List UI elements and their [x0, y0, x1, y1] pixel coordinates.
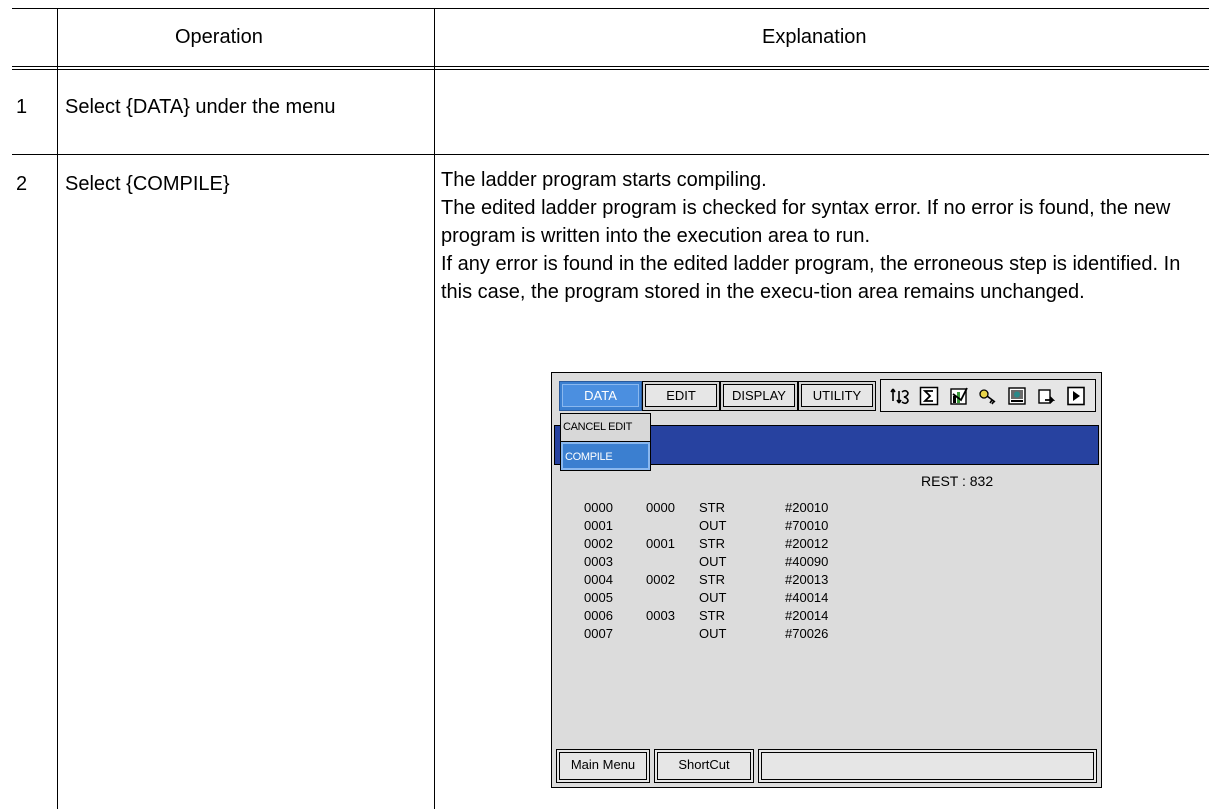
explanation-paragraph: If any error is found in the edited ladd… — [441, 253, 1181, 303]
explanation-header: Explanation — [762, 26, 867, 48]
chart-icon[interactable] — [949, 386, 969, 406]
line-number: 0006 — [584, 608, 613, 623]
instruction: OUT — [699, 518, 727, 533]
line-number: 0000 — [584, 500, 613, 515]
explanation-paragraph: The edited ladder program is checked for… — [441, 197, 1171, 247]
data-dropdown-menu: CANCEL EDIT COMPILE — [560, 413, 651, 471]
key-icon[interactable] — [978, 386, 998, 406]
main-menu-button[interactable]: Main Menu — [556, 749, 650, 783]
program-row[interactable]: 0006 0003 STR #20014 — [584, 608, 984, 628]
toolbar — [880, 379, 1096, 412]
program-row[interactable]: 0002 0001 STR #20012 — [584, 536, 984, 556]
line-number: 0004 — [584, 572, 613, 587]
line-number: 0007 — [584, 626, 613, 641]
pendant-screen: DATA EDIT DISPLAY UTILITY CANCEL EDIT CO… — [551, 372, 1102, 788]
program-row[interactable]: 0004 0002 STR #20013 — [584, 572, 984, 592]
device-address: #70026 — [785, 626, 829, 641]
explanation-cell: The ladder program starts compiling. The… — [441, 166, 1181, 306]
step-number: 0001 — [646, 536, 675, 551]
menu-data-inner: DATA — [562, 384, 639, 407]
status-field-inner — [761, 752, 1094, 780]
row-number: 1 — [16, 96, 28, 118]
ladder-toggle-icon[interactable] — [890, 386, 910, 406]
header-divider — [12, 66, 1209, 70]
device-address: #40014 — [785, 590, 829, 605]
menu-data[interactable]: DATA — [559, 381, 642, 411]
menu-display-label: DISPLAY — [732, 388, 786, 403]
device-address: #20012 — [785, 536, 829, 551]
program-row[interactable]: 0005 OUT #40014 — [584, 590, 984, 610]
device-address: #40090 — [785, 554, 829, 569]
operation-cell: Select {DATA} under the menu — [65, 96, 336, 118]
line-number: 0005 — [584, 590, 613, 605]
device-address: #70010 — [785, 518, 829, 533]
line-number: 0002 — [584, 536, 613, 551]
device-address: #20010 — [785, 500, 829, 515]
instruction: OUT — [699, 554, 727, 569]
column-divider-operation — [434, 9, 435, 809]
menu-utility[interactable]: UTILITY — [798, 381, 876, 411]
instruction: STR — [699, 572, 725, 587]
menu-display[interactable]: DISPLAY — [720, 381, 798, 411]
menu-edit-label: EDIT — [666, 388, 696, 403]
operation-header: Operation — [175, 26, 263, 48]
operation-cell: Select {COMPILE} — [65, 173, 230, 195]
main-menu-label: Main Menu — [570, 757, 636, 772]
instruction: OUT — [699, 626, 727, 641]
instruction: STR — [699, 608, 725, 623]
rest-counter: REST : 832 — [921, 473, 994, 489]
column-divider-number — [57, 9, 58, 809]
menu-item-compile[interactable]: COMPILE — [561, 442, 650, 470]
status-field — [758, 749, 1097, 783]
row-number: 2 — [16, 173, 28, 195]
program-row[interactable]: 0001 OUT #70010 — [584, 518, 984, 538]
row-divider — [12, 154, 1209, 155]
menu-edit-inner: EDIT — [645, 384, 717, 407]
program-row[interactable]: 0003 OUT #40090 — [584, 554, 984, 574]
sigma-icon[interactable] — [919, 386, 939, 406]
bottom-bar: Main Menu ShortCut — [556, 749, 1097, 783]
program-row[interactable]: 0007 OUT #70026 — [584, 626, 984, 646]
shortcut-button[interactable]: ShortCut — [654, 749, 754, 783]
line-number: 0003 — [584, 554, 613, 569]
play-icon[interactable] — [1066, 386, 1086, 406]
step-number: 0002 — [646, 572, 675, 587]
program-row[interactable]: 0000 0000 STR #20010 — [584, 500, 984, 520]
instruction: STR — [699, 500, 725, 515]
export-icon[interactable] — [1037, 386, 1057, 406]
instruction: OUT — [699, 590, 727, 605]
menu-display-inner: DISPLAY — [723, 384, 795, 407]
menu-utility-inner: UTILITY — [801, 384, 873, 407]
device-address: #20014 — [785, 608, 829, 623]
instruction: STR — [699, 536, 725, 551]
menu-data-label: DATA — [584, 388, 617, 403]
line-number: 0001 — [584, 518, 613, 533]
shortcut-label: ShortCut — [678, 757, 730, 772]
step-number: 0003 — [646, 608, 675, 623]
menu-edit[interactable]: EDIT — [642, 381, 720, 411]
menu-item-cancel-edit[interactable]: CANCEL EDIT — [561, 414, 650, 442]
monitor-icon[interactable] — [1007, 386, 1027, 406]
step-number: 0000 — [646, 500, 675, 515]
device-address: #20013 — [785, 572, 829, 587]
menu-utility-label: UTILITY — [812, 388, 862, 403]
explanation-paragraph: The ladder program starts compiling. — [441, 169, 767, 191]
